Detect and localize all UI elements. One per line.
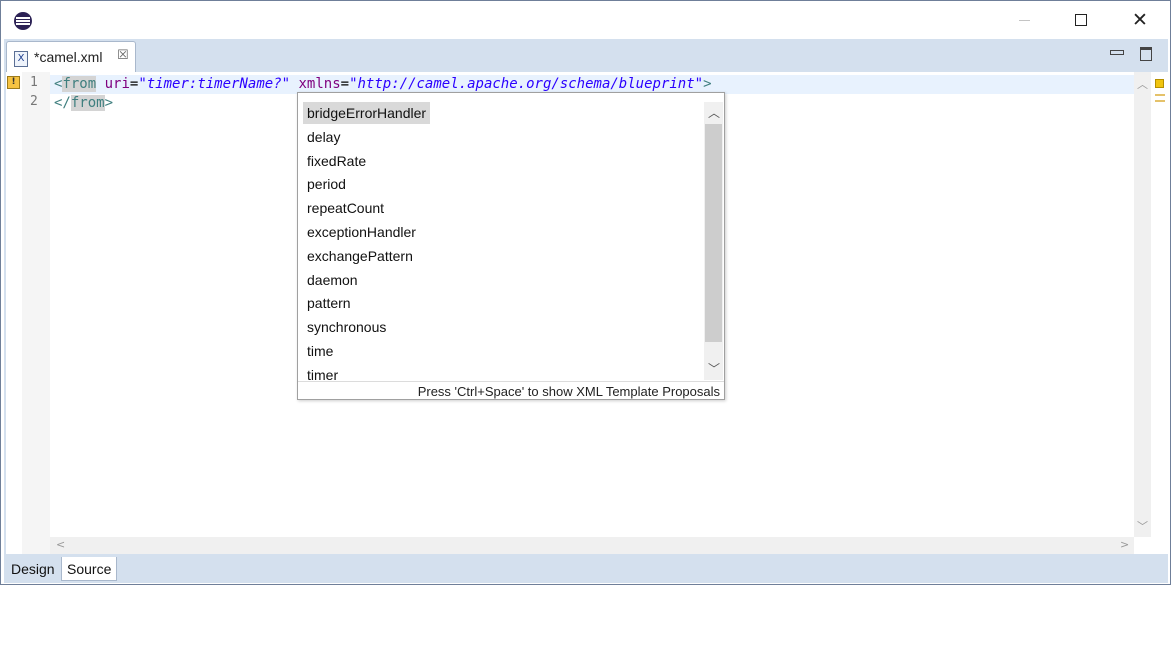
tag-bracket: </ <box>54 95 71 111</box>
editor-tab-camel-xml[interactable]: X *camel.xml ☒ <box>6 41 136 72</box>
proposal-item[interactable]: timer <box>303 364 342 382</box>
minimize-view-icon <box>1110 50 1124 55</box>
scroll-down-icon[interactable]: ﹀ <box>708 360 720 377</box>
proposal-item[interactable]: time <box>303 340 337 362</box>
proposal-item[interactable]: bridgeErrorHandler <box>303 102 431 124</box>
line-number: 1 <box>30 75 38 90</box>
minimize-window-button[interactable] <box>1001 1 1047 39</box>
proposal-list[interactable]: bridgeErrorHandler delay fixedRate period re… <box>298 93 704 382</box>
content-assist-popup: bridgeErrorHandler delay fixedRate period re… <box>297 92 725 400</box>
close-icon: ✕ <box>1132 9 1148 31</box>
scroll-left-icon[interactable]: < <box>56 538 65 551</box>
tag-bracket: > <box>703 76 712 92</box>
warning-icon[interactable]: ! <box>7 76 20 89</box>
proposal-item[interactable]: exceptionHandler <box>303 221 420 243</box>
proposal-item[interactable]: daemon <box>303 269 362 291</box>
editor-page-tabs: Design Source <box>4 554 1168 583</box>
maximize-view-button[interactable] <box>1140 46 1152 61</box>
proposal-item[interactable]: pattern <box>303 292 355 314</box>
proposal-item[interactable]: synchronous <box>303 316 390 338</box>
editor-tab-row: X *camel.xml ☒ <box>4 39 1168 72</box>
title-bar: ✕ <box>1 1 1170 39</box>
warning-marker-icon[interactable] <box>1155 79 1164 88</box>
scrollbar-thumb[interactable] <box>705 124 722 342</box>
equals-sign: = <box>340 76 350 92</box>
overview-ruler <box>1151 72 1168 554</box>
tab-source[interactable]: Source <box>61 557 118 581</box>
line-number: 2 <box>30 94 38 109</box>
scroll-up-icon[interactable]: ︿ <box>708 104 720 121</box>
editor-horizontal-scrollbar[interactable]: < > <box>50 537 1134 554</box>
proposal-item[interactable]: period <box>303 173 350 195</box>
line-number-ruler: 1 2 − <box>22 72 64 554</box>
tag-bracket: > <box>104 95 114 111</box>
occurrence-marker-icon[interactable] <box>1155 94 1165 102</box>
proposal-item[interactable]: fixedRate <box>303 150 370 172</box>
minimize-icon <box>1018 19 1030 21</box>
proposal-item[interactable]: exchangePattern <box>303 245 417 267</box>
minimize-view-button[interactable] <box>1110 46 1124 55</box>
scroll-down-icon[interactable]: ﹀ <box>1137 518 1148 534</box>
xml-file-icon: X <box>14 51 28 67</box>
attribute-name: uri <box>104 76 130 92</box>
maximize-icon <box>1075 14 1087 26</box>
maximize-window-button[interactable] <box>1058 1 1104 39</box>
content-assist-footer: Press 'Ctrl+Space' to show XML Template … <box>298 381 724 399</box>
scroll-right-icon[interactable]: > <box>1120 538 1129 551</box>
attribute-value: "http://camel.apache.org/schema/blueprin… <box>349 76 704 92</box>
attribute-name: xmlns <box>298 76 341 92</box>
editor-tab-title: *camel.xml <box>34 49 103 65</box>
editor-vertical-scrollbar[interactable]: ︿ ﹀ <box>1134 72 1151 537</box>
attribute-value: "timer:timerName?" <box>138 76 291 92</box>
proposal-item[interactable]: repeatCount <box>303 197 388 219</box>
code-line-2[interactable]: </from> <box>54 94 113 113</box>
eclipse-icon[interactable] <box>14 12 32 30</box>
proposal-item[interactable]: delay <box>303 126 344 148</box>
maximize-view-icon <box>1140 47 1152 61</box>
tab-close-icon[interactable]: ☒ <box>117 48 129 63</box>
tag-name: from <box>70 95 105 111</box>
scroll-up-icon[interactable]: ︿ <box>1137 76 1148 92</box>
close-window-button[interactable]: ✕ <box>1117 1 1163 39</box>
annotation-ruler: ! <box>6 72 22 554</box>
proposal-scrollbar[interactable]: ︿ ﹀ <box>704 102 723 380</box>
tab-design[interactable]: Design <box>6 557 60 581</box>
tag-name: from <box>62 76 97 92</box>
